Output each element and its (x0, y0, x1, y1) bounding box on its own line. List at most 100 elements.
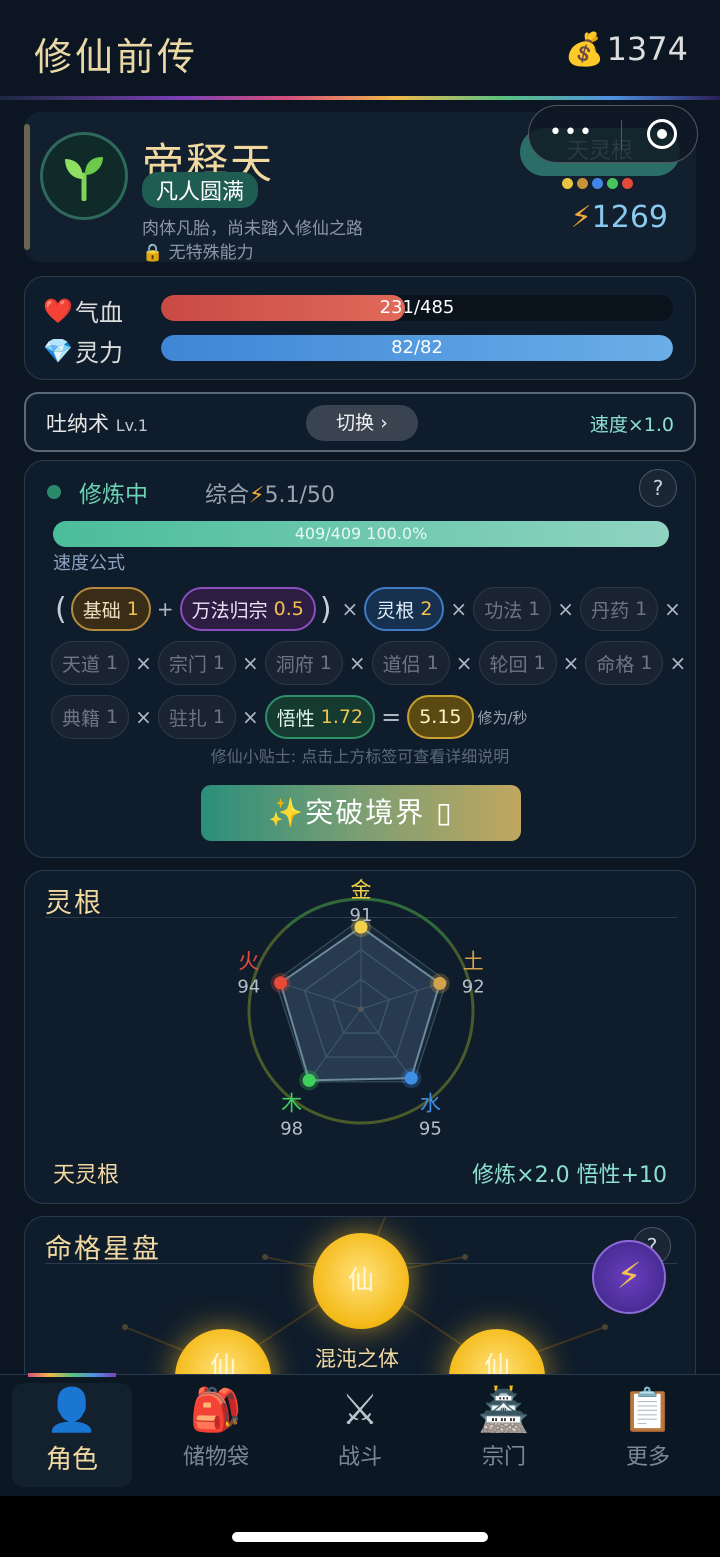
root-dot (592, 178, 603, 189)
times-sign: × (664, 597, 681, 621)
character-description: 肉体凡胎，尚未踏入修仙之路 (142, 219, 363, 239)
quick-action-lightning-button[interactable]: ⚡ (592, 1240, 666, 1314)
close-target-icon[interactable] (647, 119, 677, 149)
chip-value: 1 (126, 598, 139, 620)
radar-axis-label: 水 (420, 1091, 441, 1115)
open-paren: ( (55, 591, 67, 627)
chip-dianji[interactable]: 典籍 1 (51, 695, 130, 739)
chip-value: 1.72 (320, 706, 364, 728)
chip-dongfu[interactable]: 洞府 1 (264, 641, 343, 685)
chip-value: 0.5 (273, 598, 304, 620)
root-dot (577, 178, 588, 189)
chip-gongfa[interactable]: 功法 1 (473, 587, 552, 631)
chip-daolv[interactable]: 道侣 1 (371, 641, 450, 685)
chip-label: 天道 (62, 653, 101, 676)
help-button[interactable]: ? (639, 469, 677, 507)
mp-text: 82/82 (391, 337, 443, 358)
chip-value: 1 (212, 706, 225, 728)
fate-orb-center[interactable]: 仙 (313, 1233, 409, 1329)
stats-panel: ❤️ 气血 231/485 💎 灵力 82/82 (24, 276, 696, 380)
chip-lunhui[interactable]: 轮回 1 (478, 641, 557, 685)
tab-more[interactable]: 📋 更多 (588, 1383, 708, 1487)
radar-point[interactable] (274, 976, 288, 990)
times-sign: × (450, 597, 468, 621)
coin-counter[interactable]: 💰1374 (565, 30, 688, 68)
progress-text: 409/409 100.0% (294, 524, 428, 543)
lock-icon: 🔒 (142, 243, 164, 263)
radar-axis-label: 金 (351, 878, 372, 902)
chip-value: 1 (106, 706, 119, 728)
capsule-divider (621, 120, 622, 150)
chip-base[interactable]: 基础 1 (70, 587, 151, 631)
combined-speed: 综合⚡5.1/50 (205, 477, 335, 509)
status-text: 修炼中 (79, 482, 148, 508)
tab-label: 更多 (625, 1445, 670, 1470)
times-sign: × (348, 651, 366, 675)
mp-bar: 82/82 (161, 335, 673, 361)
app-title: 修仙前传 (34, 35, 199, 79)
person-icon: 👤 (45, 1385, 99, 1434)
tab-label: 战斗 (337, 1445, 382, 1470)
chip-danyao[interactable]: 丹药 1 (580, 587, 659, 631)
tab-indicator (28, 1373, 116, 1377)
status-dot-icon (47, 485, 61, 499)
radar-point[interactable] (404, 1071, 418, 1085)
ability-line: 🔒 无特殊能力 (142, 238, 254, 263)
header-divider (0, 96, 720, 100)
chip-value: 1 (319, 652, 332, 674)
section-title: 命格星盘 (45, 1234, 161, 1265)
formula-row-3: 典籍 1 × 驻扎 1 × 悟性 1.72 = 5.15 修为/秒 (51, 695, 528, 739)
radar-value-label: 91 (350, 905, 373, 926)
cultivation-progress-bar: 409/409 100.0% (53, 521, 669, 547)
root-color-dots (562, 178, 633, 189)
root-dot (607, 178, 618, 189)
radar-point[interactable] (433, 976, 447, 990)
coin-value: 1374 (606, 30, 688, 68)
chip-mingge[interactable]: 命格 1 (585, 641, 664, 685)
chip-label: 典籍 (62, 707, 101, 730)
root-bonus: 修炼×2.0 悟性+10 (472, 1163, 667, 1188)
hp-bar: 231/485 (161, 295, 673, 321)
chip-label: 基础 (82, 599, 121, 622)
chip-wanfa[interactable]: 万法归宗 0.5 (179, 587, 316, 631)
cultivation-tip: 修仙小贴士: 点击上方标签可查看详细说明 (210, 747, 510, 766)
mp-row: 💎 灵力 (43, 333, 165, 368)
chip-label: 驻扎 (168, 707, 207, 730)
chip-zongmen[interactable]: 宗门 1 (157, 641, 236, 685)
bottom-tab-bar: 👤 角色 🎒 储物袋 ⚔ 战斗 🏯 宗门 📋 更多 (0, 1373, 720, 1496)
chip-value: 1 (640, 652, 653, 674)
radar-point[interactable] (302, 1073, 316, 1087)
chip-result[interactable]: 5.15 (407, 695, 474, 739)
tab-battle[interactable]: ⚔ 战斗 (300, 1383, 420, 1487)
sprout-icon (65, 157, 103, 201)
chip-label: 万法归宗 (191, 599, 268, 622)
radar-value-label: 94 (237, 977, 260, 998)
formula-row-1: ( 基础 1 + 万法归宗 0.5 ) × 灵根 2 × 功法 1 × 丹药 1 × (51, 587, 687, 631)
avatar[interactable] (40, 132, 128, 220)
result-unit: 修为/秒 (477, 708, 528, 727)
tab-inventory[interactable]: 🎒 储物袋 (156, 1383, 276, 1487)
times-sign: × (241, 651, 259, 675)
chip-tiandao[interactable]: 天道 1 (51, 641, 130, 685)
times-sign: × (562, 651, 580, 675)
switch-technique-button[interactable]: 切换 › (306, 405, 418, 441)
chip-label: 道侣 (382, 653, 421, 676)
more-dots-icon[interactable]: ••• (549, 120, 594, 145)
tab-character[interactable]: 👤 角色 (12, 1383, 132, 1487)
breakthrough-button[interactable]: ✨突破境界 ▯ (201, 785, 521, 841)
tab-label: 储物袋 (182, 1445, 249, 1470)
home-indicator[interactable] (232, 1532, 488, 1542)
cultivation-status: 修炼中 (47, 475, 148, 509)
technique-title: 吐纳术 (46, 412, 109, 436)
chip-value: 2 (420, 598, 433, 620)
chip-root[interactable]: 灵根 2 (364, 587, 445, 631)
chip-wuxing[interactable]: 悟性 1.72 (264, 695, 376, 739)
chip-zhuzha[interactable]: 驻扎 1 (157, 695, 236, 739)
tab-label: 角色 (45, 1445, 98, 1475)
chip-label: 灵根 (376, 599, 415, 622)
tab-sect[interactable]: 🏯 宗门 (444, 1383, 564, 1487)
plus-sign: + (156, 597, 174, 621)
swords-icon: ⚔ (341, 1385, 379, 1434)
fate-chart-panel: 命格星盘 ? 仙 仙 仙 混沌之体 (24, 1216, 696, 1396)
root-dot (622, 178, 633, 189)
